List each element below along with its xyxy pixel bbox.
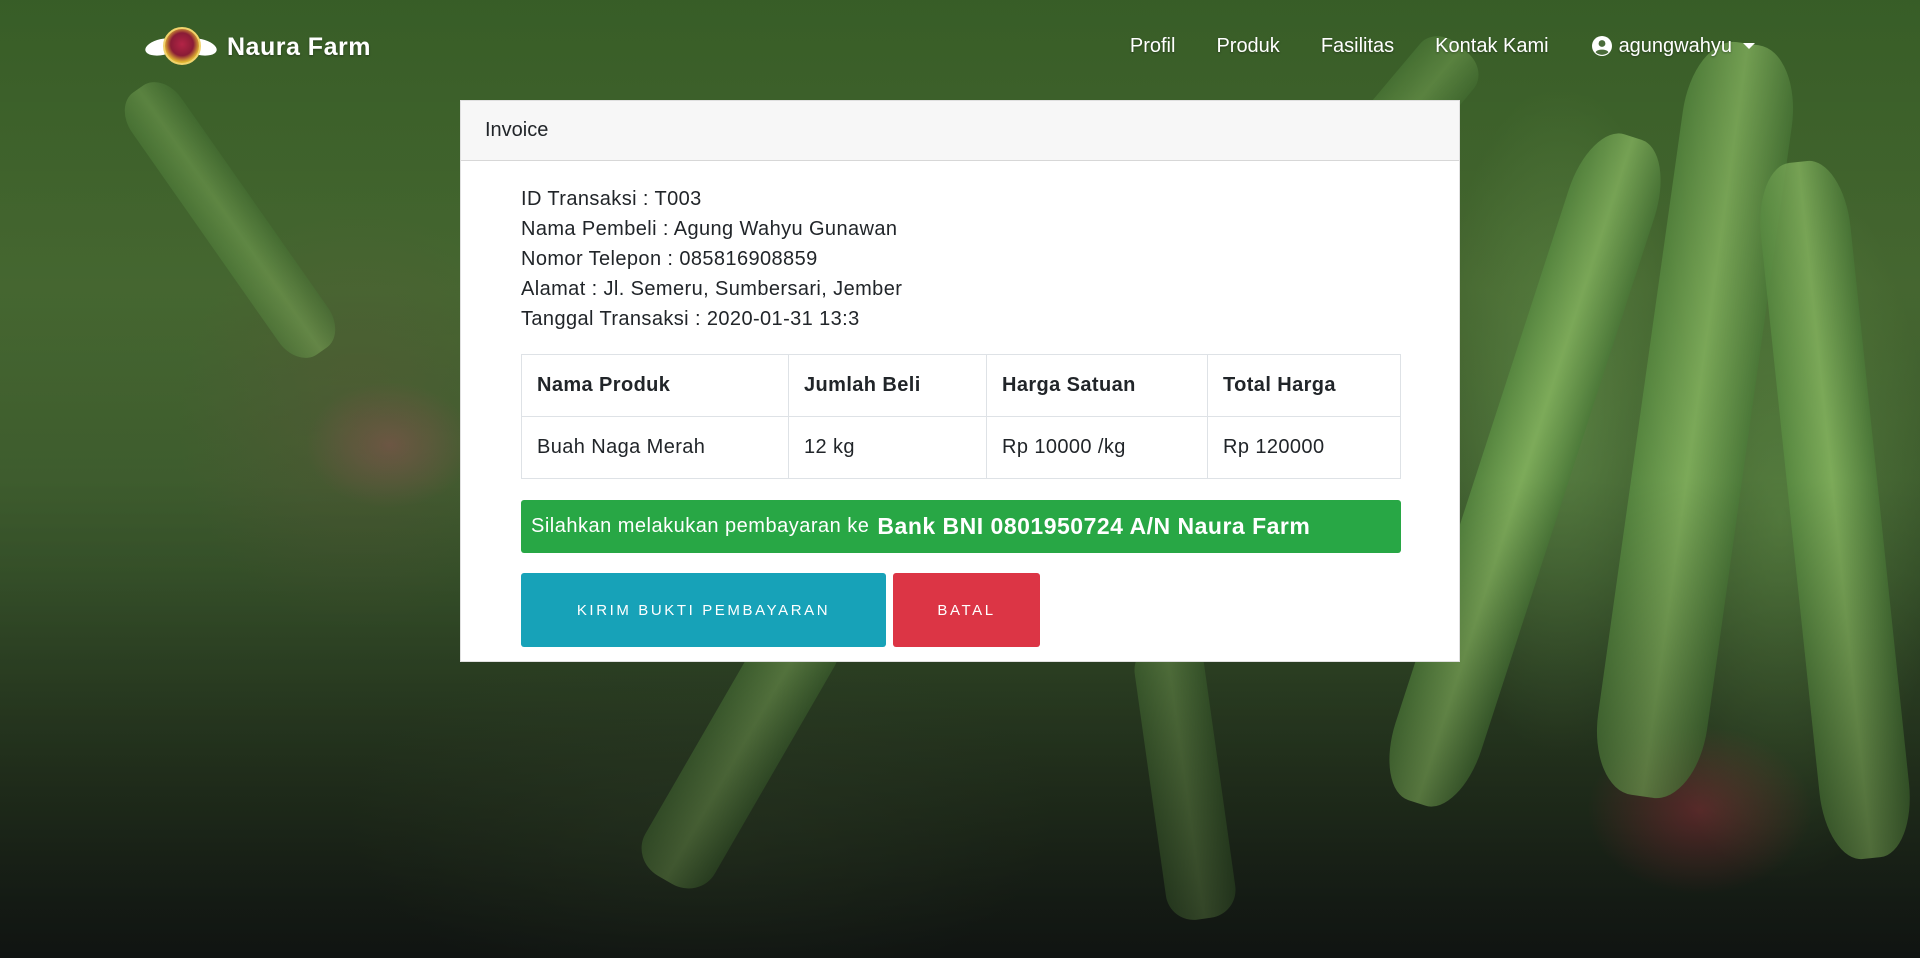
phone-number: Nomor Telepon : 085816908859 bbox=[521, 248, 818, 270]
table-header: Nama Produk bbox=[521, 354, 789, 417]
user-circle-icon bbox=[1591, 36, 1612, 56]
address: Alamat : Jl. Semeru, Sumbersari, Jember bbox=[521, 278, 903, 300]
card-body: ID Transaksi : T003 Nama Pembeli : Agung… bbox=[461, 161, 1459, 647]
invoice-card: Invoice ID Transaksi : T003 Nama Pembeli… bbox=[460, 100, 1460, 662]
logo-emblem bbox=[163, 27, 201, 65]
table-header-row: Nama Produk Jumlah Beli Harga Satuan Tot… bbox=[521, 354, 1401, 417]
buyer-name: Nama Pembeli : Agung Wahyu Gunawan bbox=[521, 218, 898, 240]
payment-bank: Bank BNI 0801950724 A/N Naura Farm bbox=[877, 513, 1311, 539]
brand[interactable]: Naura Farm bbox=[143, 25, 371, 69]
user-dropdown[interactable]: agungwahyu bbox=[1591, 34, 1755, 58]
cancel-button[interactable]: BATAL bbox=[893, 573, 1040, 647]
order-table: Nama Produk Jumlah Beli Harga Satuan Tot… bbox=[521, 354, 1401, 479]
caret-down-icon[interactable] bbox=[1743, 43, 1755, 49]
payment-note: Silahkan melakukan pembayaran ke bbox=[531, 515, 870, 537]
table-header: Jumlah Beli bbox=[788, 354, 987, 417]
table-cell: 12 kg bbox=[788, 416, 987, 479]
table-cell: Buah Naga Merah bbox=[521, 416, 789, 479]
nav-link-produk[interactable]: Produk bbox=[1216, 34, 1279, 58]
nav-link-kontak-kami[interactable]: Kontak Kami bbox=[1435, 34, 1548, 58]
table-row: Buah Naga Merah 12 kg Rp 10000 /kg Rp 12… bbox=[521, 416, 1401, 479]
nav-link-fasilitas[interactable]: Fasilitas bbox=[1321, 34, 1394, 58]
brand-name[interactable]: Naura Farm bbox=[227, 33, 371, 62]
nav-menu: Profil Produk Fasilitas Kontak Kami agun… bbox=[1089, 34, 1755, 58]
navbar: Naura Farm Profil Produk Fasilitas Konta… bbox=[0, 0, 1920, 94]
transaction-id: ID Transaksi : T003 bbox=[521, 188, 702, 210]
transaction-date: Tanggal Transaksi : 2020-01-31 13:3 bbox=[521, 308, 860, 330]
action-buttons: KIRIM BUKTI PEMBAYARAN BATAL bbox=[521, 573, 1399, 647]
payment-alert: Silahkan melakukan pembayaran ke Bank BN… bbox=[521, 500, 1401, 553]
table-header: Harga Satuan bbox=[986, 354, 1208, 417]
table-header: Total Harga bbox=[1207, 354, 1401, 417]
nav-link-profil[interactable]: Profil bbox=[1130, 34, 1176, 58]
card-header: Invoice bbox=[461, 101, 1459, 161]
table-cell: Rp 120000 bbox=[1207, 416, 1401, 479]
naura-farm-logo bbox=[143, 25, 219, 69]
send-payment-proof-button[interactable]: KIRIM BUKTI PEMBAYARAN bbox=[521, 573, 886, 647]
user-name[interactable]: agungwahyu bbox=[1619, 34, 1732, 58]
table-cell: Rp 10000 /kg bbox=[986, 416, 1208, 479]
